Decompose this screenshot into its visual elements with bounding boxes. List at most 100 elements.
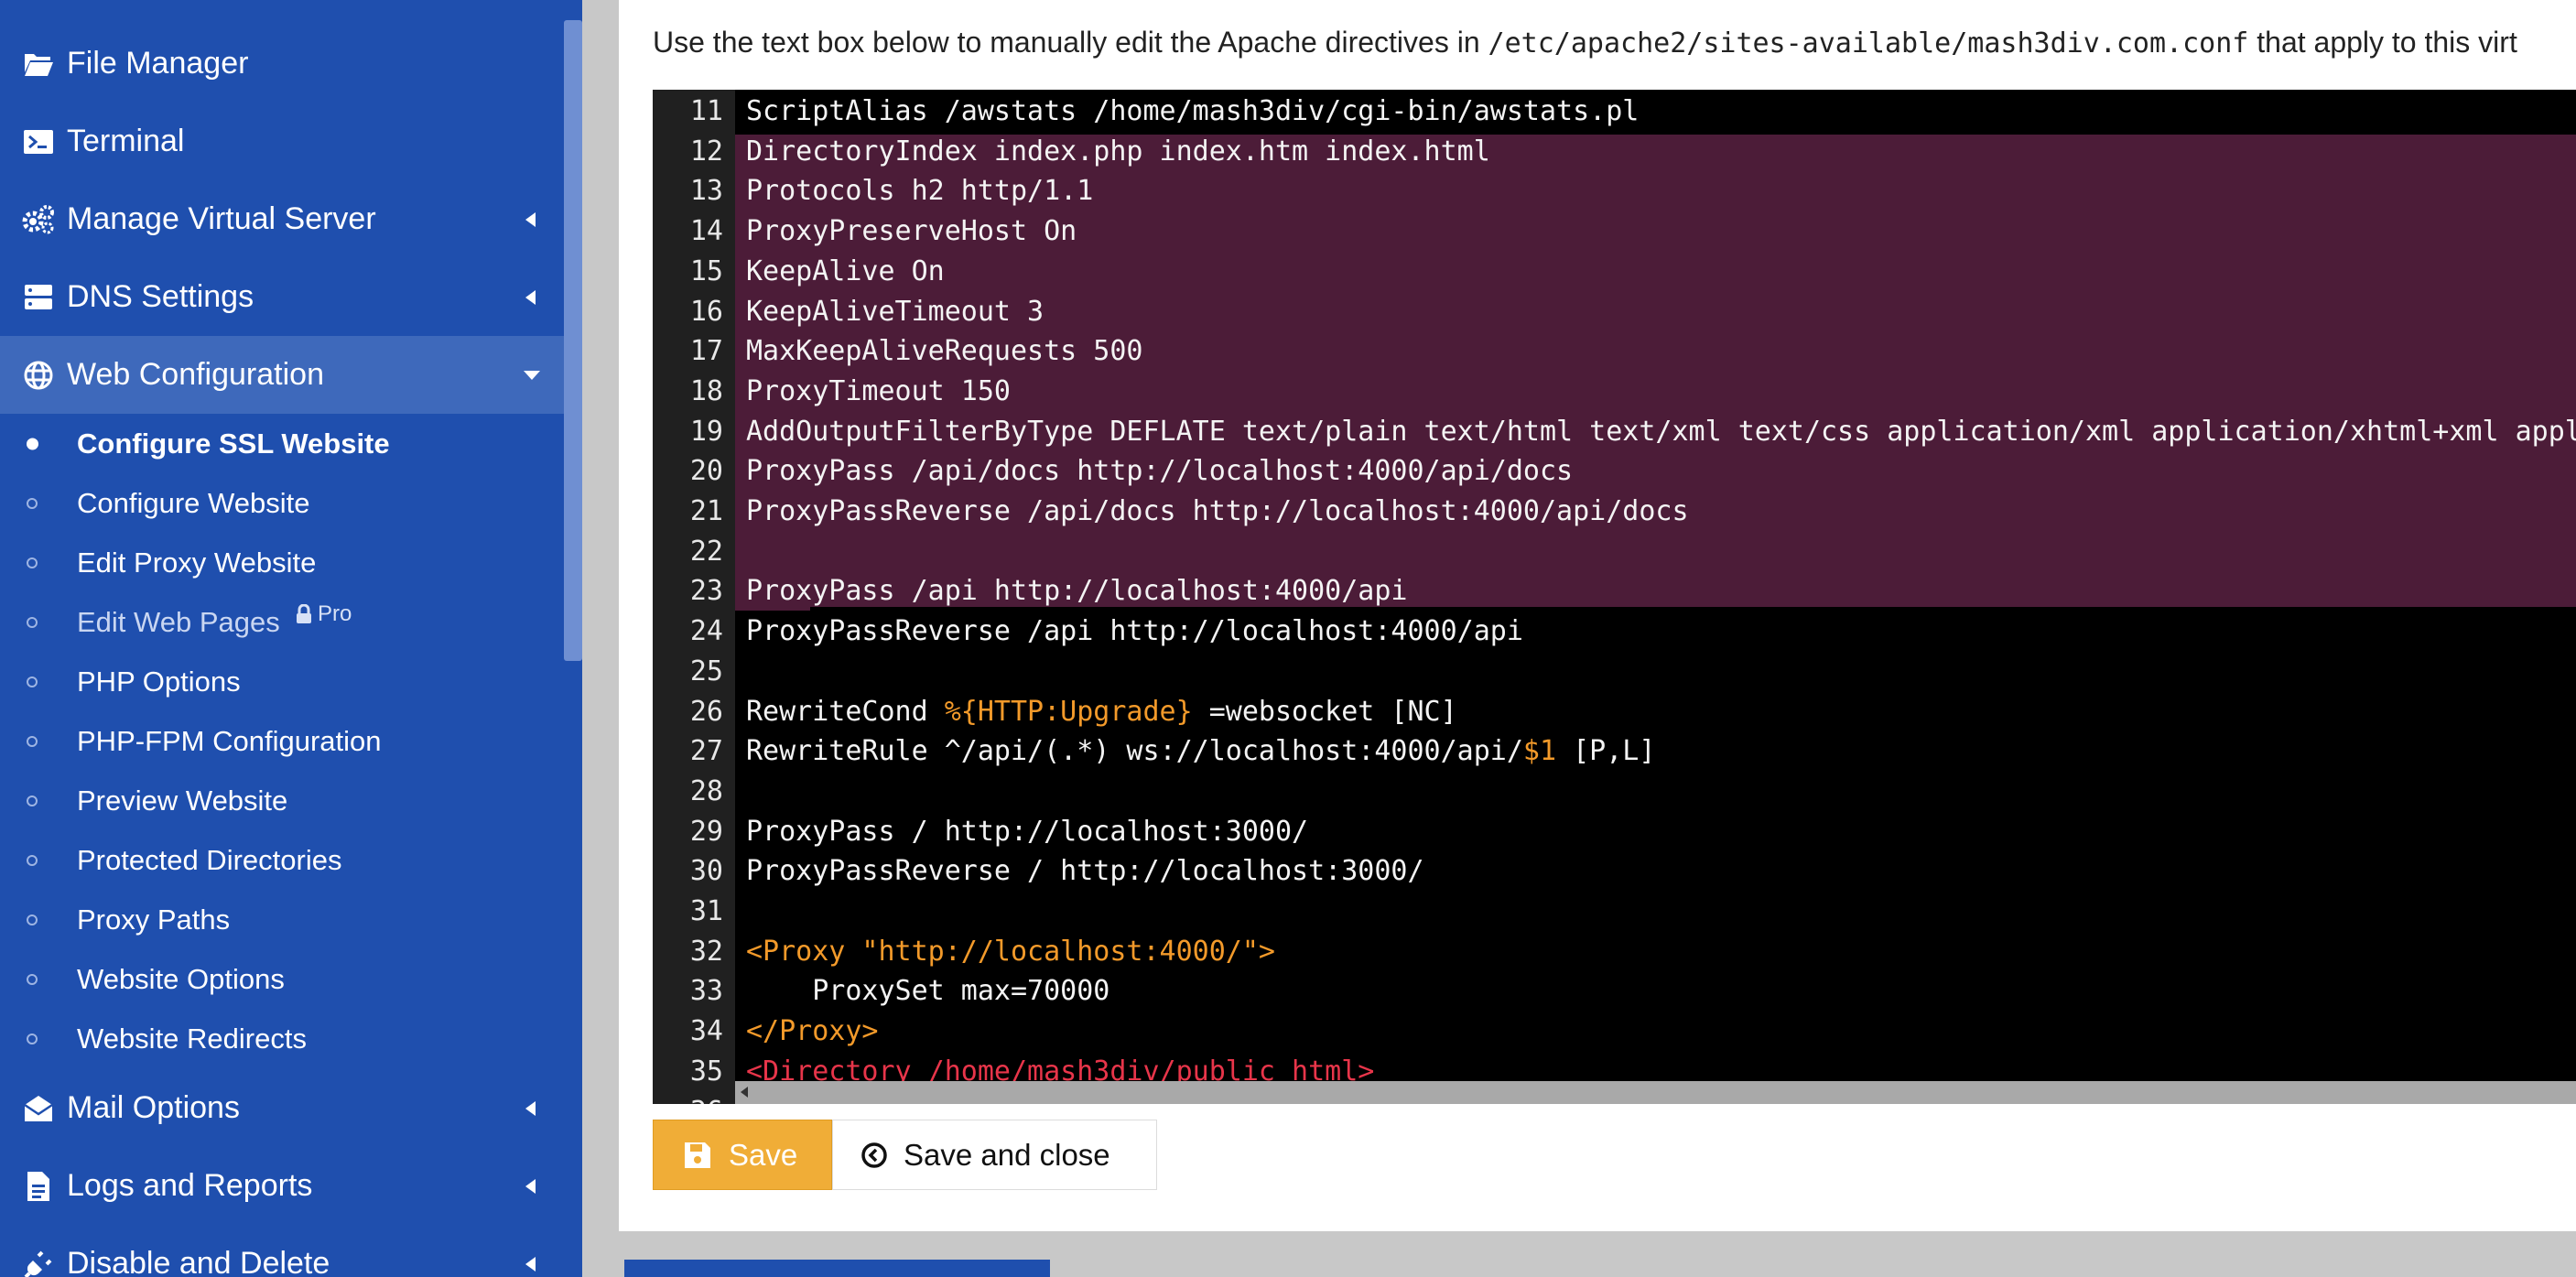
globe-icon — [20, 357, 57, 394]
save-and-close-button[interactable]: Save and close — [832, 1120, 1157, 1190]
sidebar-item-file-manager[interactable]: File Manager — [0, 25, 564, 103]
sidebar-subitem-php-options[interactable]: PHP Options — [0, 652, 564, 711]
sidebar-subitem-label: Website Options — [77, 962, 285, 995]
sidebar-item-manage-virtual-server[interactable]: Manage Virtual Server — [0, 180, 564, 258]
sidebar-subitem-label: Preview Website — [77, 784, 288, 817]
line-number-gutter: 11 12 13 14 15 16 17 18 19 20 21 22 23 24 25 26 27 28 29 30… — [653, 90, 735, 1104]
sidebar-subitem-website-redirects[interactable]: Website Redirects — [0, 1009, 564, 1068]
line-number: 21 — [689, 495, 723, 527]
content-gutter — [582, 0, 619, 1277]
sidebar-item-label: File Manager — [67, 46, 249, 81]
code-line: ProxyPassReverse /api/docs http://localh… — [746, 495, 1689, 527]
sidebar-subitem-label: PHP Options — [77, 665, 241, 698]
sidebar-subitem-proxy-paths[interactable]: Proxy Paths — [0, 890, 564, 949]
bullet-icon — [27, 973, 38, 985]
bullet-icon — [27, 735, 38, 747]
code-token: RewriteCond — [746, 695, 945, 728]
sidebar-subitem-php-fpm-configuration[interactable]: PHP-FPM Configuration — [0, 711, 564, 771]
main-panel: Use the text box below to manually edit … — [619, 0, 2576, 1231]
bullet-icon — [27, 557, 38, 568]
code-line: ProxyPassReverse /api http://localhost:4… — [746, 615, 1523, 648]
line-number: 36 — [653, 1092, 735, 1105]
line-number: 24 — [689, 615, 723, 648]
sidebar-subitem-configure-website[interactable]: Configure Website — [0, 473, 564, 533]
code-line: ProxyPass /api http://localhost:4000/api — [746, 575, 1408, 608]
bullet-icon — [27, 616, 38, 628]
code-token: RewriteRule ^/api/(.*) ws://localhost:40… — [746, 735, 1523, 768]
sidebar-item-mail-options[interactable]: Mail Options — [0, 1069, 564, 1147]
line-number: 20 — [689, 455, 723, 488]
bullet-icon — [27, 854, 38, 866]
bullet-icon — [27, 676, 38, 687]
sidebar-subitem-preview-website[interactable]: Preview Website — [0, 771, 564, 830]
sidebar-item-label: DNS Settings — [67, 279, 254, 314]
bullet-icon — [27, 438, 38, 449]
bullet-icon — [27, 1033, 38, 1044]
sidebar-subitem-edit-web-pages[interactable]: Edit Web Pages Pro — [0, 592, 564, 652]
sidebar-subitem-configure-ssl-website[interactable]: Configure SSL Website — [0, 414, 564, 473]
line-number: 32 — [689, 935, 723, 968]
line-number: 15 — [689, 254, 723, 287]
line-number: 35 — [689, 1055, 723, 1088]
code-line: ProxyTimeout 150 — [746, 374, 1011, 407]
sidebar-item-logs-and-reports[interactable]: Logs and Reports — [0, 1147, 564, 1225]
line-number: 27 — [689, 735, 723, 768]
code-line: ProxyPass /api/docs http://localhost:400… — [746, 455, 1574, 488]
line-number: 31 — [689, 895, 723, 927]
circle-arrow-left-icon — [860, 1142, 888, 1174]
sidebar-scrollbar[interactable] — [564, 20, 582, 661]
sidebar-item-disable-and-delete[interactable]: Disable and Delete — [0, 1225, 564, 1277]
sidebar-subitem-label: Configure SSL Website — [77, 427, 390, 460]
sidebar-subitem-label: Website Redirects — [77, 1022, 307, 1055]
line-number: 34 — [689, 1015, 723, 1048]
server-icon — [20, 279, 57, 316]
sidebar-item-label: Mail Options — [67, 1090, 240, 1125]
save-button[interactable]: Save — [653, 1120, 832, 1190]
code-line: MaxKeepAliveRequests 500 — [746, 335, 1143, 368]
code-token: $1 — [1522, 735, 1557, 768]
sidebar-item-web-configuration[interactable]: Web Configuration — [0, 336, 564, 414]
scroll-left-icon[interactable] — [741, 1087, 748, 1098]
line-number: 17 — [689, 335, 723, 368]
description-prefix: Use the text box below to manually edit … — [653, 26, 1488, 59]
sidebar-subitem-protected-directories[interactable]: Protected Directories — [0, 830, 564, 890]
config-file-path: /etc/apache2/sites-available/mash3div.co… — [1488, 27, 2249, 60]
code-line: </Proxy> — [746, 1012, 879, 1051]
code-line: AddOutputFilterByType DEFLATE text/plain… — [746, 415, 2576, 448]
sidebar-item-label: Web Configuration — [67, 357, 324, 392]
bullet-icon — [27, 914, 38, 925]
code-token: [P,L] — [1556, 735, 1656, 768]
horizontal-scrollbar-thumb[interactable] — [735, 1081, 2576, 1104]
line-number: 19 — [689, 415, 723, 448]
code-line: KeepAlive On — [746, 254, 945, 287]
directives-editor[interactable]: 11 12 13 14 15 16 17 18 19 20 21 22 23 24 25 26 27 28 29 30… — [653, 90, 2576, 1104]
sidebar-item-terminal[interactable]: Terminal — [0, 103, 564, 180]
code-line: Protocols h2 http/1.1 — [746, 175, 1094, 208]
sidebar-subitem-edit-proxy-website[interactable]: Edit Proxy Website — [0, 533, 564, 592]
sidebar-subitem-website-options[interactable]: Website Options — [0, 949, 564, 1009]
sidebar-subitem-label: PHP-FPM Configuration — [77, 724, 382, 757]
code-line: KeepAliveTimeout 3 — [746, 295, 1044, 328]
sidebar-subitem-label: Edit Web Pages — [77, 605, 280, 638]
editor-description: Use the text box below to manually edit … — [653, 26, 2517, 60]
code-line: ScriptAlias /awstats /home/mash3div/cgi-… — [746, 95, 1640, 127]
caret-left-icon — [525, 1100, 536, 1116]
sidebar: File Manager Terminal Manage Virtual Ser… — [0, 0, 582, 1277]
pro-badge-label: Pro — [318, 601, 352, 626]
code-line: ProxySet max=70000 — [746, 975, 1110, 1008]
line-number: 22 — [689, 535, 723, 568]
line-number: 29 — [689, 815, 723, 848]
horizontal-scrollbar[interactable] — [735, 1081, 2576, 1104]
file-text-icon — [20, 1168, 57, 1205]
line-number: 14 — [689, 215, 723, 248]
sidebar-subitem-label: Protected Directories — [77, 843, 342, 876]
caret-left-icon — [525, 1256, 536, 1272]
line-number: 23 — [689, 575, 723, 608]
code-token: </Proxy> — [746, 1015, 879, 1048]
bottom-panel-header — [624, 1260, 1050, 1277]
sidebar-item-label: Logs and Reports — [67, 1168, 313, 1203]
folder-open-icon — [20, 46, 57, 82]
sidebar-item-dns-settings[interactable]: DNS Settings — [0, 258, 564, 336]
code-line: <Proxy "http://localhost:4000/"> — [746, 932, 1275, 971]
sidebar-subitem-label: Configure Website — [77, 486, 310, 519]
